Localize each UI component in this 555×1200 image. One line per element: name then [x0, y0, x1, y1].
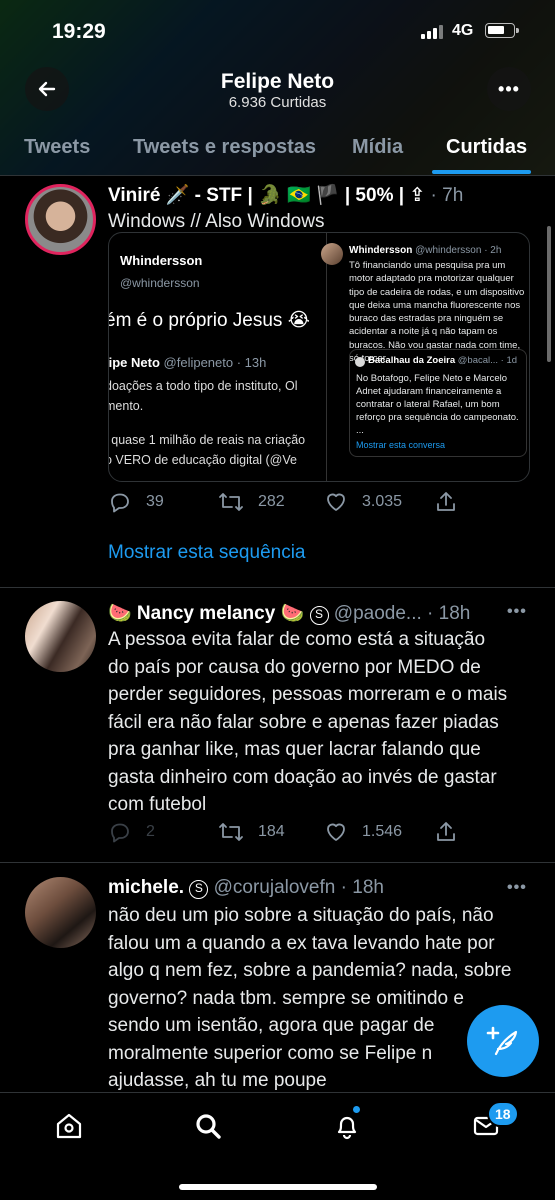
bell-icon [337, 1116, 357, 1140]
like-count: 1.546 [362, 823, 403, 840]
tweet-more-button[interactable]: ••• [507, 879, 527, 897]
tweet-image[interactable]: Whindersson @whindersson ém é o próprio … [108, 232, 530, 482]
reply-button[interactable]: 39 [108, 490, 164, 514]
ellipsis-icon: ••• [507, 603, 527, 620]
messages-badge: 18 [487, 1101, 519, 1127]
avatar [355, 357, 365, 367]
avatar[interactable] [25, 877, 96, 948]
reply-icon [111, 823, 129, 843]
tweet-header: 🍉 Nancy melancy 🍉 S @paode... · 18h [108, 601, 470, 625]
ellipsis-icon: ••• [507, 879, 527, 896]
show-thread-link[interactable]: Mostrar esta sequência [108, 542, 306, 564]
profile-tabs: Tweets Tweets e respostas Mídia Curtidas [0, 120, 555, 176]
like-count: 3.035 [362, 493, 403, 510]
retweet-button[interactable]: 282 [218, 490, 285, 514]
compose-tweet-button[interactable] [467, 1005, 539, 1077]
divider [0, 862, 555, 863]
retweet-count: 184 [258, 823, 285, 840]
tweet-time: · 18h [340, 877, 384, 898]
tweet-header: Viniré 🗡️ - STF | 🐊 🇧🇷 🏴 | 50% | ⇪ · 7h [108, 183, 463, 207]
tab-media[interactable]: Mídia [352, 136, 403, 159]
tab-tweets-replies[interactable]: Tweets e respostas [133, 136, 316, 159]
status-time: 19:29 [52, 20, 106, 43]
retweet-icon [219, 823, 243, 841]
avatar [321, 243, 343, 265]
share-icon [437, 492, 455, 511]
scrollbar[interactable] [547, 226, 551, 362]
feather-plus-icon [486, 1026, 518, 1056]
tweet-author[interactable]: Viniré 🗡️ - STF | 🐊 🇧🇷 🏴 | 50% | ⇪ [108, 185, 431, 206]
reply-button[interactable]: 2 [108, 820, 155, 844]
tweet-handle: @corujalovefn [213, 877, 336, 898]
tab-tweets[interactable]: Tweets [24, 136, 90, 159]
home-indicator[interactable] [179, 1184, 377, 1190]
ellipsis-icon: ••• [498, 78, 520, 99]
quote-text: No Botafogo, Felipe Neto e Marcelo Adnet… [356, 373, 519, 436]
nav-notifications[interactable] [330, 1109, 364, 1143]
embedded-screenshot-right: Whindersson @whindersson · 2h Tô financi… [319, 233, 529, 481]
like-button[interactable]: 3.035 [324, 490, 402, 514]
tweet-author[interactable]: michele. [108, 877, 184, 898]
home-icon [56, 1113, 82, 1139]
embed-line: doações a todo tipo de instituto, Ol [109, 379, 298, 393]
reply-count: 2 [146, 823, 155, 840]
notification-dot [352, 1105, 361, 1114]
embed-handle: @whindersson [120, 276, 200, 290]
embed-quote: Bacalhau da Zoeira @bacal... · 1d No Bot… [349, 349, 527, 457]
like-button[interactable]: 1.546 [324, 820, 402, 844]
share-button[interactable] [434, 820, 458, 844]
tweet-handle: @paode... [333, 603, 422, 624]
tweet-actions: 39 282 3.035 [108, 490, 528, 520]
reply-count: 39 [146, 493, 164, 510]
embed-author: Whindersson @whindersson · 2h [349, 245, 502, 256]
avatar[interactable] [25, 601, 96, 672]
profile-likes-count: 6.936 Curtidas [228, 94, 327, 111]
nav-search[interactable] [191, 1109, 225, 1143]
share-button[interactable] [434, 490, 458, 514]
tweet-more-button[interactable]: ••• [507, 603, 527, 621]
embed-line: o VERO de educação digital (@Ve [109, 453, 297, 467]
subscriber-icon: S [309, 606, 329, 625]
tweet-author[interactable]: 🍉 Nancy melancy 🍉 [108, 603, 304, 624]
subscriber-icon: S [189, 880, 209, 899]
more-options-button[interactable]: ••• [487, 67, 531, 111]
tweet-time: · 7h [430, 185, 464, 206]
heart-icon [327, 823, 345, 841]
network-type: 4G [452, 22, 474, 39]
embed-line: i quase 1 milhão de reais na criação [109, 433, 306, 447]
tweet-actions: 2 184 1.546 [108, 820, 528, 850]
divider [0, 587, 555, 588]
avatar[interactable] [25, 184, 96, 255]
tweet-header: michele. S @corujalovefn · 18h [108, 877, 384, 899]
show-conversation-link: Mostrar esta conversa [356, 440, 446, 450]
tweet-text: A pessoa evita falar de como está a situ… [108, 629, 508, 815]
embed-big-text: ém é o próprio Jesus 😭 [109, 310, 310, 331]
nav-home[interactable] [52, 1109, 86, 1143]
embed-inner-author: lipe Neto @felipeneto · 13h [109, 355, 267, 370]
battery-icon [485, 23, 519, 38]
status-bar: 19:29 4G [0, 0, 555, 64]
profile-name: Felipe Neto [220, 70, 335, 93]
heart-icon [327, 493, 345, 511]
active-tab-indicator [432, 170, 531, 174]
embedded-screenshot-left: Whindersson @whindersson ém é o próprio … [109, 233, 327, 481]
signal-icon [421, 25, 443, 39]
retweet-count: 282 [258, 493, 285, 510]
share-icon [437, 822, 455, 841]
tab-likes[interactable]: Curtidas [446, 136, 527, 159]
embed-author: Whindersson [120, 253, 203, 268]
tweet-text: não deu um pio sobre a situação do país,… [108, 905, 512, 1090]
search-icon [196, 1114, 221, 1139]
quote-author: Bacalhau da Zoeira @bacal... · 1d [368, 355, 518, 366]
tweet-time: · 18h [427, 603, 471, 624]
reply-icon [111, 493, 129, 513]
retweet-icon [219, 493, 243, 511]
embed-line: mento. [109, 399, 144, 413]
divider [0, 175, 555, 176]
retweet-button[interactable]: 184 [218, 820, 285, 844]
